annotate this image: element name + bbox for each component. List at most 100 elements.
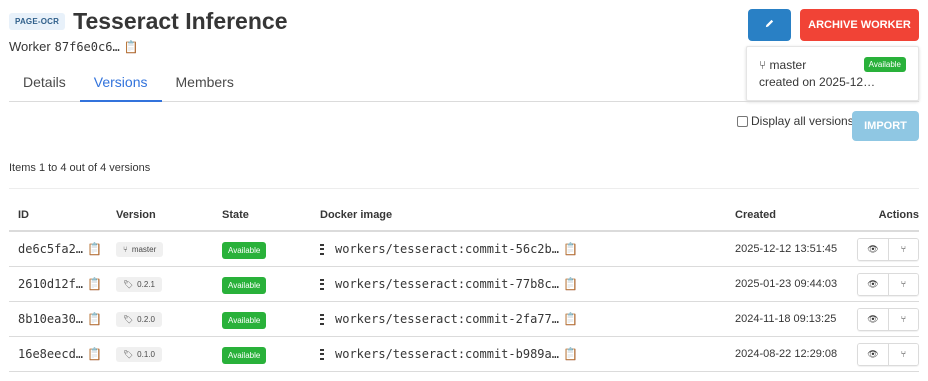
docker-image-name: workers/tesseract:commit-2fa77… xyxy=(335,312,559,326)
display-all-checkbox[interactable] xyxy=(737,115,748,127)
version-cell: 🏷 0.2.1 xyxy=(116,276,222,292)
created-cell: 2025-12-12 13:51:45 xyxy=(735,243,838,255)
docker-image-cell: workers/tesseract:commit-56c2b… 📋 xyxy=(320,242,735,256)
worker-subtitle: Worker 87f6e0c6… 📋 xyxy=(9,39,287,54)
eye-icon: 👁 xyxy=(867,313,879,324)
docker-image-name: workers/tesseract:commit-b989a… xyxy=(335,347,559,361)
view-version-button[interactable]: 👁 xyxy=(858,238,888,260)
state-badge: Available xyxy=(222,347,267,364)
tab-versions[interactable]: Versions xyxy=(79,64,162,102)
view-version-button[interactable]: 👁 xyxy=(858,343,888,365)
eye-icon: 👁 xyxy=(867,348,879,359)
worker-label: Worker xyxy=(9,39,51,54)
actions-cell: 👁 ⑂ xyxy=(853,272,919,296)
clipboard-icon[interactable]: 📋 xyxy=(563,242,578,256)
version-id: 2610d12f… xyxy=(18,277,84,291)
title-row: PAGE-OCR Tesseract Inference xyxy=(9,8,287,35)
column-header-id: ID xyxy=(18,209,29,221)
clipboard-icon[interactable]: 📋 xyxy=(563,312,578,326)
version-cell: ⑂ master xyxy=(116,241,222,257)
docker-image-icon xyxy=(320,243,324,255)
docker-image-icon xyxy=(320,313,324,325)
version-label: 0.1.0 xyxy=(137,350,155,359)
table-row: de6c5fa2… 📋 ⑂ master Available workers/t… xyxy=(9,232,919,267)
column-header-version: Version xyxy=(116,209,156,221)
import-button[interactable]: IMPORT xyxy=(852,111,919,141)
clipboard-icon[interactable]: 📋 xyxy=(563,347,578,361)
state-badge: Available xyxy=(222,242,267,259)
docker-image-cell: workers/tesseract:commit-2fa77… 📋 xyxy=(320,312,735,326)
divider xyxy=(9,188,919,189)
pencil-icon xyxy=(764,18,775,32)
branch-icon: ⑂ xyxy=(900,244,907,254)
actions-cell: 👁 ⑂ xyxy=(853,237,919,261)
clipboard-icon[interactable]: 📋 xyxy=(87,277,102,291)
state-cell: Available xyxy=(222,242,320,259)
created-cell: 2025-01-23 09:44:03 xyxy=(735,278,838,290)
table-row: 8b10ea30… 📋 🏷 0.2.0 Available workers/te… xyxy=(9,302,919,337)
version-cell: 🏷 0.2.0 xyxy=(116,311,222,327)
row-actions: 👁 ⑂ xyxy=(857,342,919,366)
version-tag-pill: 🏷 0.2.1 xyxy=(116,277,162,292)
state-badge: Available xyxy=(222,277,267,294)
version-tag-pill: 🏷 0.2.0 xyxy=(116,312,162,327)
tag-icon: 🏷 xyxy=(123,350,134,359)
state-cell: Available xyxy=(222,347,320,364)
view-version-button[interactable]: 👁 xyxy=(858,308,888,330)
eye-icon: 👁 xyxy=(867,243,879,254)
branch-icon: ⑂ xyxy=(123,245,128,254)
column-header-docker-image: Docker image xyxy=(320,209,393,221)
clipboard-icon[interactable]: 📋 xyxy=(87,347,102,361)
version-id-cell: de6c5fa2… 📋 xyxy=(9,242,116,256)
docker-image-icon xyxy=(320,278,324,290)
version-id: 8b10ea30… xyxy=(18,312,84,326)
version-id-cell: 16e8eecd… 📋 xyxy=(9,347,116,361)
row-actions: 👁 ⑂ xyxy=(857,237,919,261)
view-version-button[interactable]: 👁 xyxy=(858,273,888,295)
version-label: 0.2.0 xyxy=(137,315,155,324)
tag-icon: 🏷 xyxy=(123,315,134,324)
branch-icon: ⑂ xyxy=(900,349,907,359)
state-cell: Available xyxy=(222,277,320,294)
archive-worker-button[interactable]: ARCHIVE WORKER xyxy=(800,9,919,41)
branch-version-button[interactable]: ⑂ xyxy=(888,238,918,260)
clipboard-icon[interactable]: 📋 xyxy=(563,277,578,291)
worker-id: 87f6e0c6… xyxy=(54,39,120,54)
worker-type-tag: PAGE-OCR xyxy=(9,13,66,30)
version-label: master xyxy=(131,245,157,254)
branch-version-button[interactable]: ⑂ xyxy=(888,343,918,365)
docker-image-cell: workers/tesseract:commit-b989a… 📋 xyxy=(320,347,735,361)
actions-cell: 👁 ⑂ xyxy=(853,342,919,366)
version-branch-pill: ⑂ master xyxy=(116,242,164,257)
branch-icon: ⑂ xyxy=(900,314,907,324)
clipboard-icon[interactable]: 📋 xyxy=(87,242,102,256)
version-label: 0.2.1 xyxy=(137,280,155,289)
version-id-cell: 8b10ea30… 📋 xyxy=(9,312,116,326)
version-id: de6c5fa2… xyxy=(18,242,84,256)
table-row: 2610d12f… 📋 🏷 0.2.1 Available workers/te… xyxy=(9,267,919,302)
branch-version-button[interactable]: ⑂ xyxy=(888,273,918,295)
state-badge: Available xyxy=(222,312,267,329)
edit-button[interactable] xyxy=(748,9,791,41)
table-header: ID Version State Docker image Created Ac… xyxy=(9,200,919,232)
column-header-actions: Actions xyxy=(878,209,919,221)
tab-members[interactable]: Members xyxy=(162,64,248,102)
items-count: Items 1 to 4 out of 4 versions xyxy=(9,162,151,174)
version-tag-pill: 🏷 0.1.0 xyxy=(116,347,162,362)
worker-header: PAGE-OCR Tesseract Inference Worker 87f6… xyxy=(9,8,287,54)
actions-cell: 👁 ⑂ xyxy=(853,307,919,331)
clipboard-icon[interactable]: 📋 xyxy=(87,312,102,326)
created-cell: 2024-08-22 12:29:08 xyxy=(735,348,838,360)
clipboard-icon[interactable]: 📋 xyxy=(124,40,139,54)
version-id: 16e8eecd… xyxy=(18,347,84,361)
branch-icon: ⑂ xyxy=(900,279,907,289)
table-row: 16e8eecd… 📋 🏷 0.1.0 Available workers/te… xyxy=(9,337,919,372)
branch-version-button[interactable]: ⑂ xyxy=(888,308,918,330)
docker-image-cell: workers/tesseract:commit-77b8c… 📋 xyxy=(320,277,735,291)
display-all-versions-toggle[interactable]: Display all versions xyxy=(737,114,854,128)
column-header-state: State xyxy=(222,209,249,221)
page-title: Tesseract Inference xyxy=(73,8,288,34)
docker-image-name: workers/tesseract:commit-56c2b… xyxy=(335,242,559,256)
eye-icon: 👁 xyxy=(867,278,879,289)
tab-details[interactable]: Details xyxy=(9,64,80,102)
